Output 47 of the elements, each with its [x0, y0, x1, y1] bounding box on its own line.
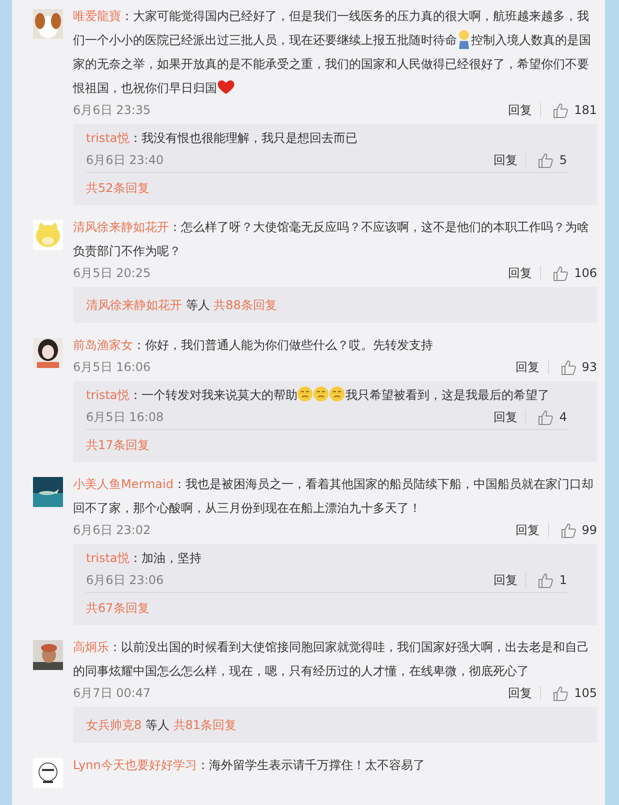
others-label: 等人 [144, 718, 170, 732]
reply-button[interactable]: 回复 [485, 152, 526, 168]
comment-text: trista悦：加油，坚持 [86, 550, 202, 567]
like-button[interactable]: 106 [541, 266, 597, 280]
sad-face-icon [329, 386, 346, 402]
comment-text: 唯爱龍寶：大家可能觉得国内已经好了，但是我们一线医务的压力真的很大啊，航班越来越多，我们一个小小的医院已经派出过三批人员，现在还要继续上报五批随时待命 控制入境人数真的是国家的无奈之举，如果开放真的是不能承受之重，我们的国家和人民做得已经很好了，希望你们不要恨祖国，也祝你们早日归国 [73, 8, 592, 97]
like-button[interactable]: 5 [526, 152, 567, 168]
comment-time: 6月7日 00:47 [73, 684, 152, 702]
comment-time: 6月6日 23:02 [73, 522, 152, 538]
comment-text: 高炯乐：以前没出国的时候看到大使馆接同胞回家就觉得哇，我们国家好强大啊，出去老是和自己的同事炫耀中国怎么怎么样，现在，嗯，只有经历过的人才懂，在线卑微，彻底死心了 [73, 639, 590, 680]
like-button[interactable]: 99 [548, 522, 597, 538]
thumbs-up-icon [553, 266, 568, 280]
comment-text: 清风徐来静如花开：怎么样了呀？大使馆毫无反应吗？不应该啊，这不是他们的本职工作吗？为啥负责部门不作为呢？ [73, 219, 590, 260]
comment-time: 6月5日 20:25 [73, 264, 152, 282]
sad-face-icon [297, 386, 314, 402]
like-button[interactable]: 1 [526, 572, 567, 588]
reply-button[interactable]: 回复 [500, 684, 540, 702]
comment-text: 小美人鱼Mermaid：我也是被困海员之一，看着其他国家的船员陆续下船，中国船员就在家门口却回不了家，那个心酸啊，从三月份到现在在船上漂泊九十多天了！ [73, 476, 594, 517]
comment-time: 6月5日 16:08 [86, 408, 165, 426]
reply-button[interactable]: 回复 [500, 102, 540, 118]
like-button[interactable]: 181 [541, 102, 597, 118]
comment-time: 6月5日 16:06 [73, 358, 152, 376]
thumbs-up-icon [553, 686, 568, 700]
thumbs-up-icon [560, 522, 576, 538]
reply-button[interactable]: 回复 [485, 408, 526, 426]
comment-time: 6月6日 23:35 [73, 102, 152, 118]
comment-text: Lynn今天也要好好学习：海外留学生表示请千万撑住！太不容易了 [73, 757, 426, 774]
thumbs-up-icon [538, 572, 554, 588]
thumbs-up-icon [560, 360, 576, 374]
comment-text: trista悦：一个转发对我来说莫大的帮助 我只希望被看到，这是我最后的希望了 [86, 385, 550, 404]
like-button[interactable]: 105 [541, 686, 597, 700]
comment-time: 6月6日 23:40 [86, 152, 165, 168]
reply-button[interactable]: 回复 [500, 264, 540, 282]
like-button[interactable]: 4 [526, 410, 567, 424]
sad-face-icon [313, 386, 330, 402]
others-label: 等人 [184, 298, 211, 312]
reply-button[interactable]: 回复 [508, 358, 548, 376]
heart-icon [217, 79, 235, 95]
reply-button[interactable]: 回复 [485, 572, 526, 588]
like-button[interactable]: 93 [548, 360, 597, 374]
comment-text: trista悦：我没有恨也很能理解，我只是想回去而已 [86, 130, 358, 147]
thumbs-up-icon [538, 152, 554, 168]
thumbs-up-icon [553, 102, 568, 118]
thumbs-up-icon [538, 410, 554, 424]
comment-time: 6月6日 23:06 [86, 572, 165, 588]
comment-text: 前岛渔家女：你好，我们普通人能为你们做些什么？哎。先转发支持 [73, 337, 434, 354]
reply-button[interactable]: 回复 [508, 522, 548, 538]
